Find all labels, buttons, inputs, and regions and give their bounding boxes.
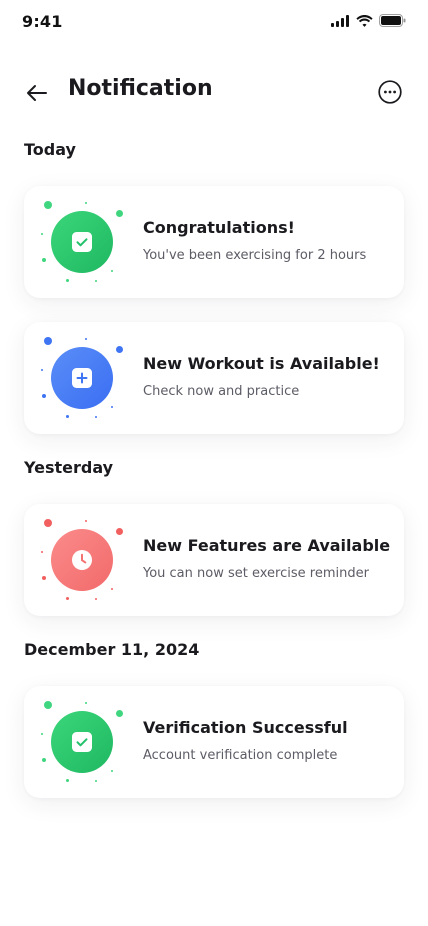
section-title-date: December 11, 2024 — [24, 640, 200, 659]
battery-icon — [379, 14, 406, 27]
notification-card[interactable]: New Features are Available You can now s… — [24, 504, 404, 616]
back-button[interactable] — [24, 80, 50, 106]
section-title-today: Today — [24, 140, 76, 159]
icon-circle — [51, 711, 113, 773]
page-title: Notification — [68, 76, 213, 101]
notification-description: You can now set exercise reminder — [143, 566, 369, 581]
arrow-left-icon — [27, 85, 47, 101]
icon-circle — [51, 529, 113, 591]
check-icon — [72, 232, 92, 252]
more-horizontal-icon — [378, 80, 402, 104]
notification-icon-badge — [40, 200, 124, 284]
notification-icon-badge — [40, 336, 124, 420]
more-options-button[interactable] — [378, 80, 402, 104]
status-icons — [331, 14, 406, 27]
notification-icon-badge — [40, 518, 124, 602]
notification-icon-badge — [40, 700, 124, 784]
clock-icon — [72, 550, 92, 570]
section-title-yesterday: Yesterday — [24, 458, 114, 477]
check-icon — [72, 732, 92, 752]
icon-circle — [51, 211, 113, 273]
wifi-icon — [356, 14, 373, 27]
notification-card[interactable]: Congratulations! You've been exercising … — [24, 186, 404, 298]
notification-description: You've been exercising for 2 hours — [143, 248, 367, 263]
notification-card[interactable]: Verification Successful Account verifica… — [24, 686, 404, 798]
status-time: 9:41 — [22, 12, 63, 31]
signal-icon — [331, 14, 349, 27]
status-bar: 9:41 — [0, 0, 428, 44]
notification-description: Account verification complete — [143, 748, 338, 763]
header: Notification — [0, 70, 428, 114]
plus-icon — [72, 368, 92, 388]
notification-title: Congratulations! — [143, 218, 295, 237]
notification-title: New Features are Available — [143, 536, 391, 555]
notification-title: Verification Successful — [143, 718, 348, 737]
notification-card[interactable]: New Workout is Available! Check now and … — [24, 322, 404, 434]
icon-circle — [51, 347, 113, 409]
notification-description: Check now and practice — [143, 384, 300, 399]
notification-title: New Workout is Available! — [143, 354, 380, 373]
